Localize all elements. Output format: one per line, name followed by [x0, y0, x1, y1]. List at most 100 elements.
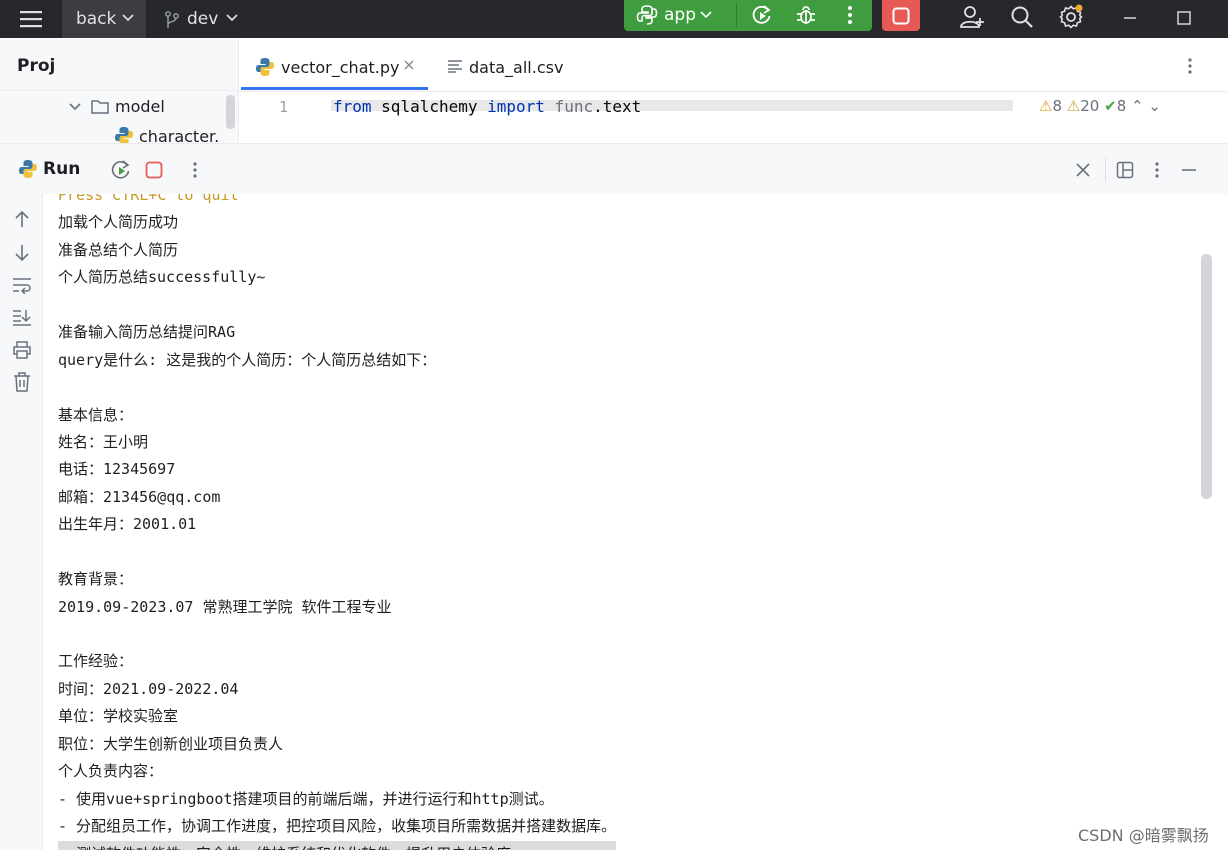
- clear-console-button[interactable]: [11, 371, 33, 393]
- warning-icon: ⚠: [1039, 97, 1053, 115]
- code-keyword: from: [333, 97, 372, 116]
- code-keyword: import: [487, 97, 545, 116]
- close-icon: [1076, 163, 1090, 177]
- console-line: - 测试软件功能性、安全性，维护系统和优化软件，提升用户体验度。: [58, 840, 617, 850]
- line-number: 1: [279, 98, 289, 116]
- python-icon: [19, 160, 37, 178]
- code-with-me-button[interactable]: [956, 2, 988, 32]
- tab-data-all-csv[interactable]: data_all.csv: [443, 39, 583, 91]
- python-icon: [636, 5, 658, 25]
- stop-icon: [892, 7, 910, 24]
- scroll-to-end-button[interactable]: [11, 306, 33, 328]
- vcs-branch-button[interactable]: dev: [160, 0, 250, 38]
- console-line: 职位：大学生创新创业项目负责人: [58, 734, 284, 753]
- more-vertical-icon: [1188, 58, 1192, 74]
- code-identifier: .text: [593, 97, 642, 116]
- maximize-icon: [1177, 11, 1191, 25]
- stop-button[interactable]: [882, 0, 920, 31]
- console-line: - 分配组员工作，协调工作进度，把控项目风险，收集项目所需数据并搭建数据库。: [58, 817, 617, 836]
- check-icon: ✔: [1104, 97, 1117, 115]
- run-panel-title: Run: [43, 159, 81, 179]
- console-line: 准备总结个人简历: [58, 240, 179, 259]
- tabs-more-button[interactable]: [1179, 55, 1201, 77]
- rerun-button[interactable]: [110, 159, 132, 181]
- run-tool-window-header: Run: [0, 143, 1228, 195]
- editor-tabs-bar: vector_chat.py data_all.csv: [239, 39, 1228, 92]
- code-identifier: func: [554, 97, 594, 116]
- project-widget-button[interactable]: back: [62, 0, 146, 38]
- rerun-icon: [111, 160, 130, 179]
- close-run-tab-button[interactable]: [1072, 159, 1094, 181]
- stop-button[interactable]: [143, 159, 165, 181]
- weak-warning-icon: ⚠: [1066, 97, 1081, 115]
- arrow-up-icon: [15, 210, 29, 227]
- trash-icon: [14, 372, 30, 392]
- search-icon: [1011, 6, 1033, 28]
- console-line: 电话：12345697: [58, 460, 176, 479]
- run-options-button[interactable]: [1146, 159, 1168, 181]
- branch-name: dev: [187, 9, 219, 29]
- hamburger-icon: [20, 11, 42, 28]
- console-line: query是什么: 这是我的个人简历：个人简历总结如下：: [58, 350, 437, 369]
- console-scrollbar[interactable]: [1201, 254, 1212, 499]
- tab-label: data_all.csv: [469, 58, 564, 77]
- chevron-down-icon[interactable]: ⌄: [1148, 97, 1161, 115]
- soft-wrap-button[interactable]: [11, 274, 33, 296]
- console-line: 姓名：王小明: [58, 432, 149, 451]
- main-menu-button[interactable]: [10, 4, 52, 34]
- maximize-window-button[interactable]: [1168, 4, 1200, 32]
- run-side-toolbar: [0, 194, 43, 850]
- minimize-window-button[interactable]: [1114, 4, 1146, 32]
- tab-label: vector_chat.py: [281, 58, 400, 77]
- console-line: Press CTRL+C to quit: [58, 194, 239, 204]
- console-line: 加载个人简历成功: [58, 213, 179, 232]
- scroll-down-button[interactable]: [11, 242, 33, 264]
- search-everywhere-button[interactable]: [1006, 2, 1038, 32]
- active-tab-indicator: [241, 87, 428, 90]
- stop-icon: [145, 161, 163, 179]
- scroll-up-button[interactable]: [11, 208, 33, 230]
- debug-button[interactable]: [792, 2, 820, 28]
- run-widget: app: [624, 0, 872, 31]
- print-button[interactable]: [11, 339, 33, 361]
- console-line: 准备输入简历总结提问RAG: [58, 323, 236, 342]
- console-line: 单位：学校实验室: [58, 707, 179, 726]
- layout-button[interactable]: [1114, 159, 1136, 181]
- project-panel-title: Proj: [17, 56, 56, 76]
- watermark: CSDN @暗雾飘扬: [1078, 826, 1209, 845]
- chevron-down-icon: [700, 11, 712, 19]
- project-name: back: [76, 9, 117, 29]
- tree-item-label: model: [115, 97, 165, 116]
- project-tool-window: Proj model character.py: [0, 39, 239, 146]
- close-icon[interactable]: [403, 59, 415, 71]
- inspection-widget[interactable]: ⚠8 ⚠20 ✔8 ⌃ ⌄: [1039, 97, 1161, 115]
- more-vertical-icon: [193, 162, 197, 178]
- scroll-to-end-icon: [13, 310, 31, 326]
- layout-icon: [1116, 161, 1134, 179]
- warning-count: 8: [1052, 97, 1062, 115]
- text-file-icon: [448, 60, 462, 73]
- console-lines: Press CTRL+C to quit 加载个人简历成功 准备总结个人简历 个人简历…: [58, 194, 617, 850]
- ide-settings-button[interactable]: [1055, 2, 1087, 32]
- tab-vector-chat-py[interactable]: vector_chat.py: [241, 39, 428, 91]
- console-output[interactable]: Press CTRL+C to quit 加载个人简历成功 准备总结个人简历 个人简历…: [43, 194, 1228, 850]
- bug-icon: [797, 6, 815, 24]
- console-line: 个人负责内容：: [58, 762, 164, 781]
- run-more-button[interactable]: [184, 159, 206, 181]
- console-line: 邮箱：213456@qq.com: [58, 487, 221, 506]
- console-line: 时间：2021.09-2022.04: [58, 679, 239, 698]
- chevron-down-icon: [69, 103, 81, 111]
- rerun-icon: [752, 5, 771, 24]
- run-widget-divider: [736, 3, 737, 28]
- chevron-up-icon[interactable]: ⌃: [1131, 97, 1144, 115]
- minimize-icon: [1124, 17, 1136, 19]
- code-line[interactable]: from sqlalchemy import func.text: [333, 97, 641, 116]
- project-tree-scrollbar[interactable]: [226, 95, 235, 129]
- run-configuration-selector[interactable]: app: [624, 0, 736, 31]
- rerun-button[interactable]: [748, 2, 776, 28]
- more-run-actions-button[interactable]: [838, 2, 862, 28]
- hide-panel-button[interactable]: [1178, 159, 1200, 181]
